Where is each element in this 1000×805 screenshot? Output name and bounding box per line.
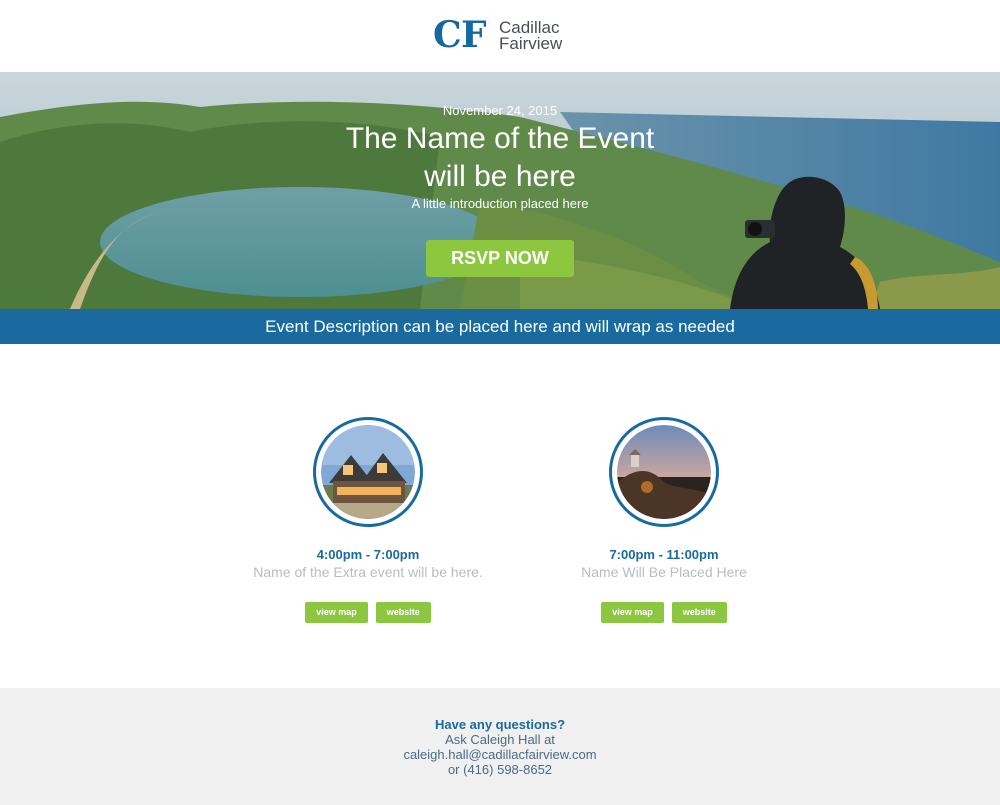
event-actions: view map website [519,602,809,623]
logo-text: Cadillac Fairview [499,19,563,53]
header: CF Cadillac Fairview [0,0,1000,72]
footer-contact-name: Ask Caleigh Hall at [445,732,555,747]
event-image-frame [609,417,719,527]
extra-event-card: 4:00pm - 7:00pm Name of the Extra event … [223,417,513,623]
logo-line2: Fairview [499,34,563,53]
hero-banner: November 24, 2015 The Name of the Event … [0,72,1000,309]
event-description: Event Description can be placed here and… [0,309,1000,344]
event-title-line1: The Name of the Event [345,122,655,155]
footer-email-link[interactable]: caleigh.hall@cadillacfairview.com [0,747,1000,762]
view-map-button[interactable]: view map [601,602,664,623]
footer-phone: or (416) 598-8652 [447,762,553,777]
sunset-cliff-photo-icon [617,425,711,519]
website-button[interactable]: website [375,602,431,623]
event-name: Name of the Extra event will be here. [253,564,483,580]
cf-logo-mark: CF [433,14,487,56]
rsvp-button[interactable]: RSVP NOW [426,240,574,277]
event-title-line2: will be here [424,160,576,193]
footer-question: Have any questions? [434,717,566,732]
event-image-frame [313,417,423,527]
main-event-card: 7:00pm - 11:00pm Name Will Be Placed Her… [519,417,809,623]
event-time: 7:00pm - 11:00pm [609,547,719,562]
event-intro: A little introduction placed here [411,196,589,211]
event-time: 4:00pm - 7:00pm [316,547,420,562]
event-title: The Name of the Event will be here [0,120,1000,196]
event-actions: view map website [223,602,513,623]
view-map-button[interactable]: view map [305,602,368,623]
contact-footer: Have any questions? Ask Caleigh Hall at … [0,688,1000,805]
event-date: November 24, 2015 [442,103,558,118]
cadillac-fairview-logo[interactable]: CF Cadillac Fairview [433,14,563,56]
house-photo-icon [321,425,415,519]
event-name: Name Will Be Placed Here [581,564,747,580]
website-button[interactable]: website [671,602,727,623]
